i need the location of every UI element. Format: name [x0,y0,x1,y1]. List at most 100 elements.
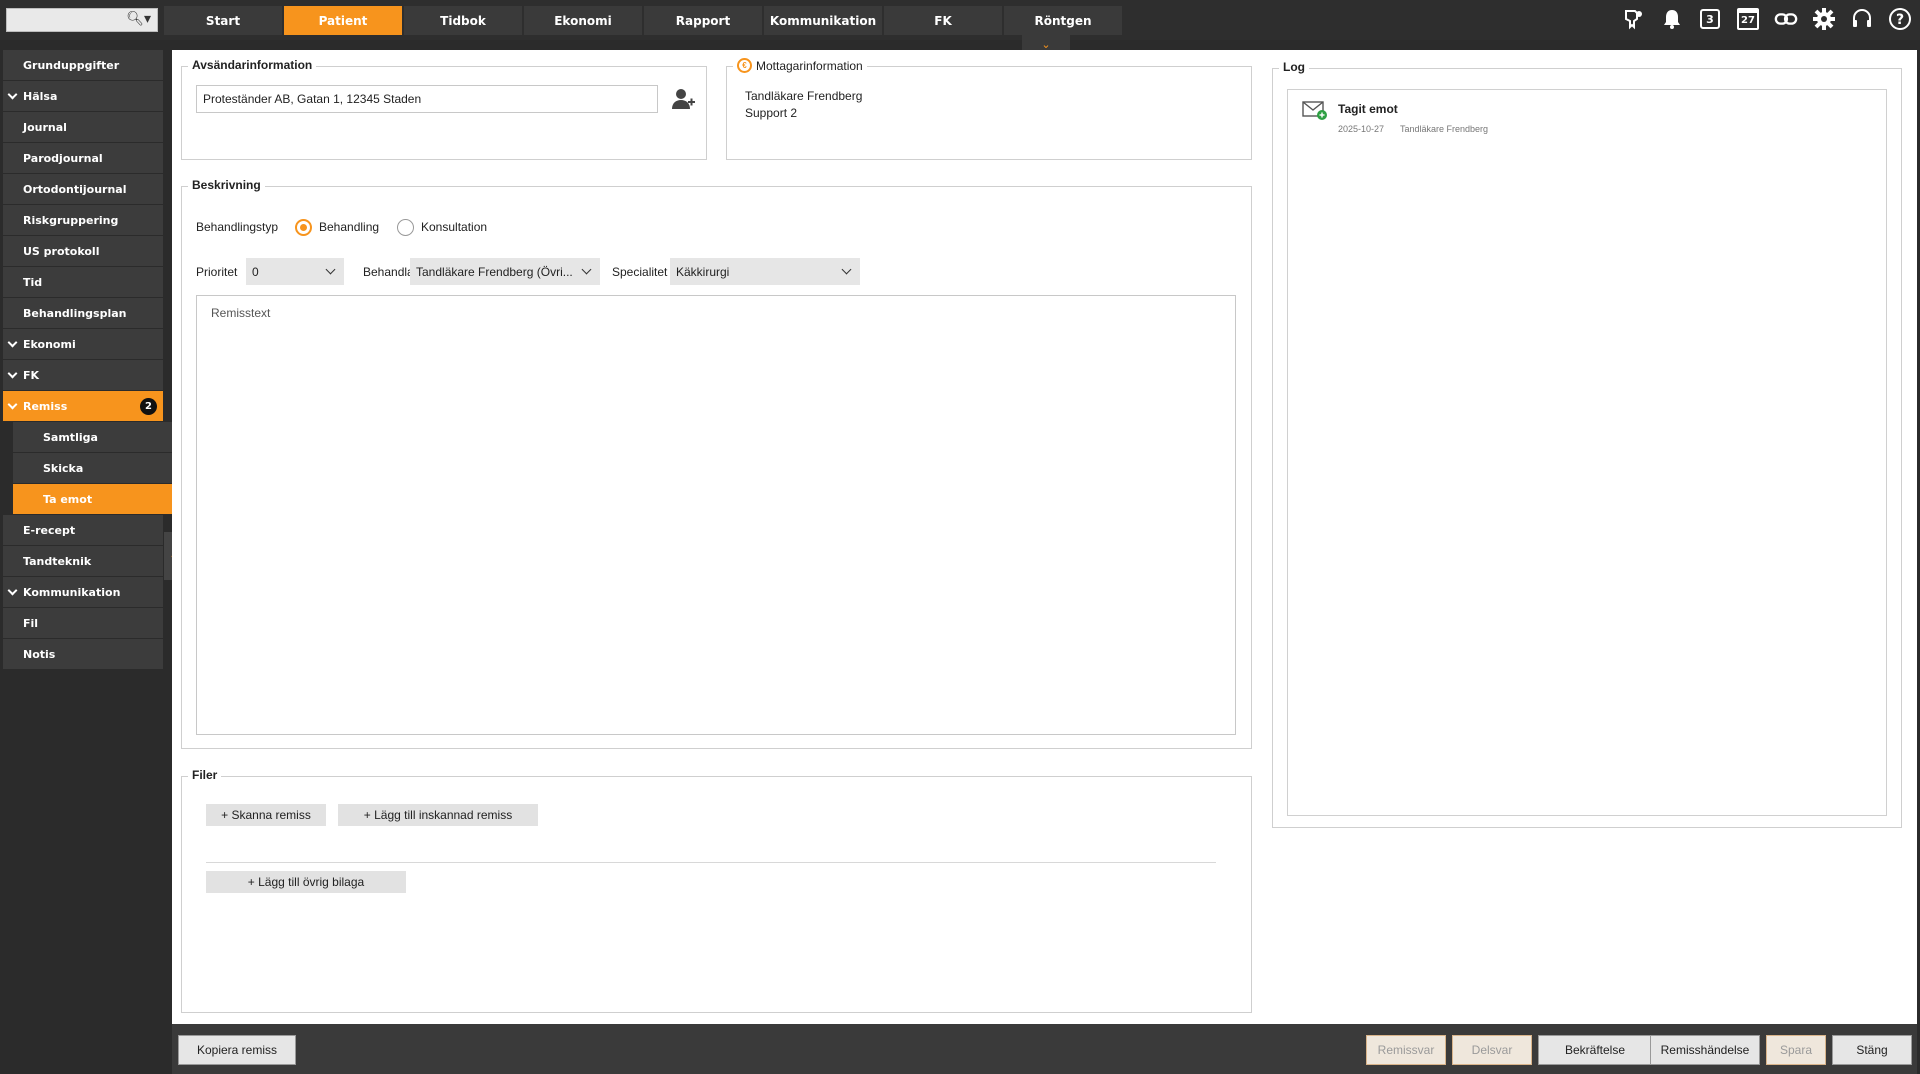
radio-behandling-label[interactable]: Behandling [319,220,379,234]
bottom-action-bar: Kopiera remiss Remissvar Delsvar Bekräft… [172,1024,1917,1074]
tab-ekonomi[interactable]: Ekonomi [524,6,642,35]
files-panel: Filer + Skanna remiss + Lägg till inskan… [181,768,1252,1013]
referral-event-button[interactable]: Remisshändelse [1650,1035,1760,1065]
sidebar-item-journal[interactable]: Journal [3,112,163,142]
specialty-select[interactable]: Käkkirurgi [670,258,860,285]
partial-reply-button[interactable]: Delsvar [1452,1035,1532,1065]
sidebar: Grunduppgifter Hälsa Journal Parodjourna… [3,50,173,670]
priority-label: Prioritet [196,265,238,279]
tab-rapport[interactable]: Rapport [644,6,762,35]
treatment-type-label: Behandlingstyp [196,220,279,234]
log-panel-title: Log [1279,60,1309,74]
search-input[interactable]: 🔍︎▾ [6,8,158,32]
tab-tidbok[interactable]: Tidbok [404,6,522,35]
log-entry-title: Tagit emot [1338,102,1398,116]
counter-icon[interactable]: 3 [1698,6,1722,32]
receiver-info-icon: € [737,58,752,73]
sender-panel: Avsändarinformation Proteständer AB, Gat… [181,58,707,160]
referral-text-area[interactable]: Remisstext [196,295,1236,735]
handler-select[interactable]: Tandläkare Frendberg (Övri... [410,258,600,285]
radio-konsultation-label[interactable]: Konsultation [421,220,487,234]
radio-behandling[interactable] [295,219,312,236]
sidebar-item-parodjournal[interactable]: Parodjournal [3,143,163,173]
sidebar-item-label: Remiss [23,399,68,413]
tooth-book-icon[interactable] [1622,6,1646,32]
specialty-label: Specialitet [612,265,668,279]
tab-rontgen[interactable]: Röntgen [1004,6,1122,35]
search-icon[interactable]: 🔍︎▾ [126,11,151,27]
sidebar-item-e-recept[interactable]: E-recept [3,515,163,545]
log-panel: Log Tagit emot 2025-10-27 Tandläkare Fre… [1272,60,1902,828]
sidebar-item-fk[interactable]: FK [3,360,163,390]
log-entry-date: 2025-10-27 [1338,124,1385,134]
headset-icon[interactable] [1850,6,1874,32]
sidebar-item-behandlingsplan[interactable]: Behandlingsplan [3,298,163,328]
files-panel-title: Filer [188,768,222,782]
description-panel: Beskrivning Behandlingstyp Behandling Ko… [181,178,1252,749]
calendar-day: 27 [1737,8,1759,30]
receiver-panel-title: € Mottagarinformation [733,58,867,73]
remiss-count-badge: 2 [140,398,157,415]
tab-kommunikation[interactable]: Kommunikation [764,6,882,35]
log-list: Tagit emot 2025-10-27 Tandläkare Frendbe… [1287,89,1887,816]
add-person-icon[interactable] [670,87,696,111]
description-panel-title: Beskrivning [188,178,265,192]
tab-start[interactable]: Start [164,6,282,35]
priority-value: 0 [252,264,259,279]
sidebar-item-skicka[interactable]: Skicka [13,453,173,483]
sidebar-item-tandteknik[interactable]: Tandteknik [3,546,163,576]
files-divider [206,862,1216,863]
help-icon[interactable]: ? [1888,6,1912,32]
chevron-down-icon [841,264,852,275]
sidebar-item-grunduppgifter[interactable]: Grunduppgifter [3,50,163,80]
radio-konsultation[interactable] [397,219,414,236]
receiver-line-2: Support 2 [745,106,798,120]
notification-count: 3 [1700,9,1720,29]
log-entry[interactable]: Tagit emot 2025-10-27 Tandläkare Frendbe… [1288,90,1886,146]
mail-received-icon [1302,100,1328,120]
tab-patient[interactable]: Patient [284,6,402,35]
sender-address-input[interactable]: Proteständer AB, Gatan 1, 12345 Staden [196,85,658,113]
add-scanned-referral-button[interactable]: + Lägg till inskannad remiss [338,804,538,826]
specialty-value: Käkkirurgi [676,264,730,279]
confirmation-button[interactable]: Bekräftelse [1538,1035,1652,1065]
gear-icon[interactable] [1812,6,1836,32]
sidebar-item-us-protokoll[interactable]: US protokoll [3,236,163,266]
copy-referral-button[interactable]: Kopiera remiss [178,1035,296,1065]
sidebar-item-samtliga[interactable]: Samtliga [13,422,173,452]
sidebar-item-fil[interactable]: Fil [3,608,163,638]
sidebar-item-ortodontijournal[interactable]: Ortodontijournal [3,174,163,204]
chevron-down-icon [325,264,336,275]
add-other-attachment-button[interactable]: + Lägg till övrig bilaga [206,871,406,893]
sidebar-item-notis[interactable]: Notis [3,639,163,669]
tab-fk[interactable]: FK [884,6,1002,35]
scan-referral-button[interactable]: + Skanna remiss [206,804,326,826]
sidebar-item-riskgruppering[interactable]: Riskgruppering [3,205,163,235]
receiver-panel: € Mottagarinformation Tandläkare Frendbe… [726,58,1252,160]
sidebar-item-ta-emot[interactable]: Ta emot [13,484,173,514]
referral-reply-button[interactable]: Remissvar [1366,1035,1446,1065]
handler-value: Tandläkare Frendberg (Övri... [416,264,573,279]
link-icon[interactable] [1774,6,1798,32]
priority-select[interactable]: 0 [246,258,344,285]
sidebar-item-kommunikation[interactable]: Kommunikation [3,577,163,607]
sender-panel-title: Avsändarinformation [188,58,317,72]
top-navigation-bar: 🔍︎▾ Start Patient Tidbok Ekonomi Rapport… [0,0,1920,40]
sidebar-item-remiss[interactable]: Remiss 2 [3,391,163,421]
receiver-line-1: Tandläkare Frendberg [745,89,863,103]
chevron-down-icon [581,264,592,275]
sidebar-item-ekonomi[interactable]: Ekonomi [3,329,163,359]
save-button[interactable]: Spara [1766,1035,1826,1065]
bell-icon[interactable] [1660,6,1684,32]
receiver-title-text: Mottagarinformation [756,58,863,73]
top-icon-group: 3 27 ? [1622,6,1912,32]
calendar-icon[interactable]: 27 [1736,6,1760,32]
log-entry-user: Tandläkare Frendberg [1400,124,1489,134]
main-content: Avsändarinformation Proteständer AB, Gat… [172,50,1917,1024]
close-button[interactable]: Stäng [1832,1035,1912,1065]
handler-label: Behandla [363,265,414,279]
main-tabs: Start Patient Tidbok Ekonomi Rapport Kom… [164,6,1124,35]
svg-text:?: ? [1896,12,1904,28]
sidebar-item-tid[interactable]: Tid [3,267,163,297]
sidebar-item-halsa[interactable]: Hälsa [3,81,163,111]
